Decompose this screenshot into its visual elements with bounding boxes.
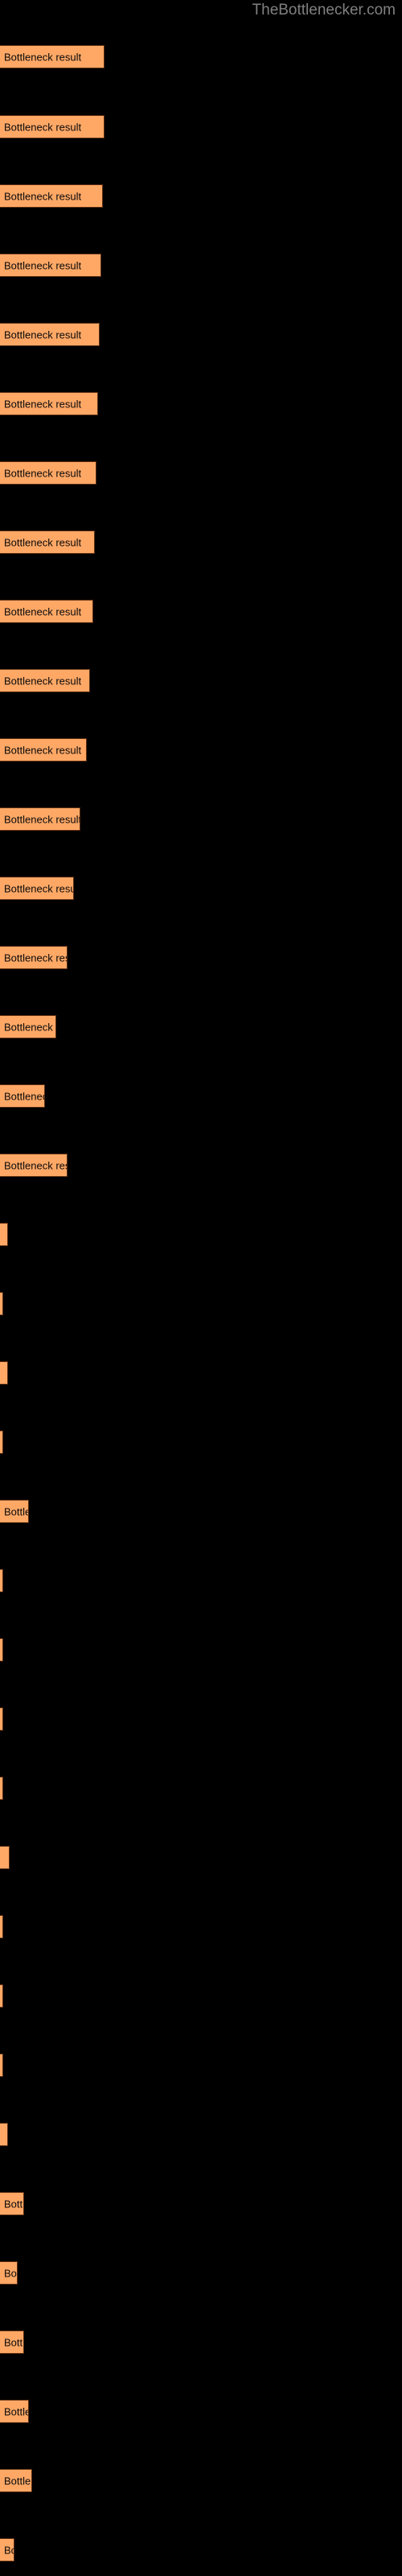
chart-bar[interactable]: Bottleneck result (0, 254, 101, 277)
chart-bar-label: Bottleneck result (4, 2405, 28, 2417)
chart-bar[interactable] (0, 1292, 3, 1315)
chart-bar[interactable]: Bottleneck result (0, 530, 95, 554)
chart-bar[interactable]: Bottleneck result (0, 115, 105, 138)
chart-bar[interactable] (0, 1984, 3, 2008)
chart-bar-label: Bottleneck result (4, 1505, 28, 1517)
chart-bar[interactable] (0, 2054, 3, 2077)
chart-bar[interactable] (0, 1915, 3, 1938)
chart-bar[interactable]: Bottleneck result (0, 669, 90, 692)
chart-bar[interactable]: Bottleneck result (0, 1154, 68, 1177)
chart-bar[interactable]: Bottleneck result (0, 807, 80, 831)
chart-bar[interactable] (0, 1430, 3, 1454)
chart-bar[interactable]: Bottleneck result (0, 1084, 45, 1108)
chart-bar[interactable] (0, 1569, 3, 1592)
chart-bar[interactable]: Bottleneck result (0, 2469, 32, 2492)
chart-bar-label: Bottleneck result (4, 2267, 17, 2279)
chart-bar-label: Bottleneck result (4, 1021, 55, 1033)
chart-bar[interactable]: Bottleneck result (0, 45, 105, 68)
chart-bar[interactable]: Bottleneck result (0, 392, 98, 415)
chart-bar-label: Bottleneck result (4, 190, 82, 202)
chart-bar[interactable]: Bottleneck result (0, 2330, 24, 2354)
chart-bar-label: Bottleneck result (4, 398, 82, 410)
chart-bar[interactable]: Bottleneck result (0, 2400, 29, 2423)
chart-bar-label: Bottleneck result (4, 328, 82, 341)
chart-bar-label: Bottleneck result (4, 1159, 67, 1171)
chart-bar[interactable]: Bottleneck result (0, 2192, 24, 2215)
chart-bar[interactable] (0, 1846, 10, 1869)
chart-bar[interactable]: Bottleneck result (0, 1500, 29, 1523)
chart-bar[interactable]: Bottleneck result (0, 946, 68, 969)
bottleneck-bar-chart: Bottleneck result Bottleneck result Bottle… (0, 0, 402, 2576)
chart-bar[interactable] (0, 1777, 3, 1800)
chart-bar-label: Bottleneck result (4, 744, 82, 756)
chart-bar-label: Bottleneck result (4, 952, 67, 964)
chart-bar[interactable] (0, 2123, 8, 2146)
chart-bar[interactable] (0, 1707, 3, 1731)
chart-bar-label: Bottleneck result (4, 536, 82, 548)
chart-bar[interactable]: Bottleneck result (0, 184, 103, 208)
chart-bar-label: Bottleneck result (4, 2544, 14, 2556)
chart-bar[interactable]: Bottleneck result (0, 1015, 56, 1038)
chart-bar-label: Bottleneck result (4, 51, 82, 63)
chart-bar-label: Bottleneck result (4, 1090, 44, 1102)
chart-bar[interactable]: Bottleneck result (0, 600, 93, 623)
chart-bar-label: Bottleneck result (4, 467, 82, 479)
chart-bar[interactable]: Bottleneck result (0, 2538, 14, 2562)
chart-bar[interactable] (0, 1223, 8, 1246)
chart-bar-label: Bottleneck result (4, 813, 80, 825)
chart-bar[interactable] (0, 1638, 3, 1662)
chart-bar-label: Bottleneck result (4, 2336, 24, 2348)
chart-bar[interactable]: Bottleneck result (0, 738, 87, 762)
chart-bar[interactable]: Bottleneck result (0, 2261, 18, 2285)
chart-bar[interactable]: Bottleneck result (0, 877, 74, 900)
chart-bar-label: Bottleneck result (4, 2198, 24, 2210)
chart-bar-label: Bottleneck result (4, 882, 74, 894)
chart-bar[interactable]: Bottleneck result (0, 323, 100, 346)
chart-bar[interactable]: Bottleneck result (0, 461, 96, 485)
chart-bar-label: Bottleneck result (4, 2475, 31, 2487)
chart-bar-label: Bottleneck result (4, 259, 82, 271)
chart-bar-label: Bottleneck result (4, 605, 82, 617)
chart-bar-label: Bottleneck result (4, 121, 82, 133)
chart-bar-label: Bottleneck result (4, 675, 82, 687)
chart-bar[interactable] (0, 1361, 8, 1385)
